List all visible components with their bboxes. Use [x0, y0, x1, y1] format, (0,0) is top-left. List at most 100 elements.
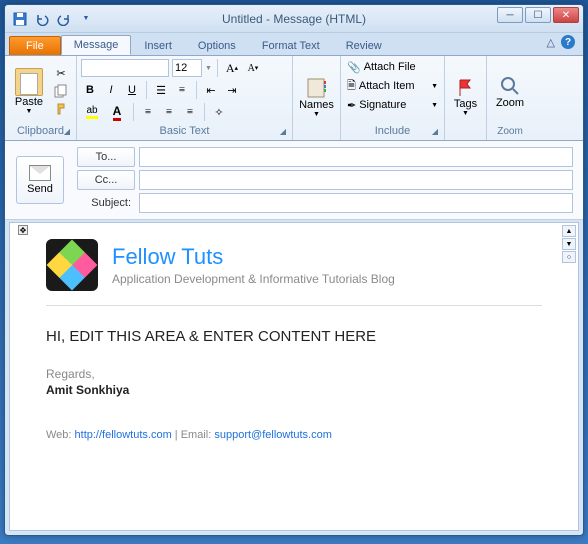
brand-name: Fellow Tuts: [112, 244, 395, 270]
paperclip-icon: 📎: [347, 61, 361, 74]
signature-button[interactable]: ✒ Signature ▼: [345, 96, 440, 114]
names-group-label: [297, 136, 336, 138]
numbering-icon[interactable]: ≡: [173, 81, 191, 99]
shrink-font-icon[interactable]: A▾: [244, 59, 262, 77]
web-link[interactable]: http://fellowtuts.com: [75, 429, 172, 441]
align-center-icon[interactable]: ≡: [160, 103, 178, 121]
signature-icon: ✒: [347, 99, 356, 112]
to-input[interactable]: [139, 147, 573, 167]
cc-button[interactable]: Cc...: [77, 170, 135, 190]
group-basic-text: ▼ A▴ A▾ B I U ☰ ≡ ⇤ ⇥ ab: [77, 56, 293, 140]
tags-group-label: [449, 136, 482, 138]
basic-text-launcher-icon[interactable]: ◢: [280, 127, 286, 136]
qat-dropdown-icon[interactable]: ▼: [77, 10, 95, 28]
ribbon: Paste ▼ ✂ Clipboard◢ ▼ A▴ A▾: [5, 55, 583, 141]
attach-item-dropdown-icon: ▼: [431, 83, 438, 90]
tab-insert[interactable]: Insert: [131, 36, 185, 55]
tab-file[interactable]: File: [9, 36, 61, 55]
content-placeholder: HI, EDIT THIS AREA & ENTER CONTENT HERE: [46, 328, 542, 345]
include-group-label: Include: [375, 125, 410, 137]
signature-label: Signature: [359, 99, 406, 111]
magnifier-icon: [499, 75, 521, 97]
tab-review[interactable]: Review: [333, 36, 395, 55]
footer-line: Web: http://fellowtuts.com | Email: supp…: [46, 427, 542, 441]
group-tags: Tags ▼: [445, 56, 487, 140]
group-clipboard: Paste ▼ ✂ Clipboard◢: [5, 56, 77, 140]
attach-item-button[interactable]: 🗎 Attach Item ▼: [345, 77, 440, 95]
font-size-dropdown-icon[interactable]: ▼: [205, 65, 212, 72]
names-button[interactable]: Names ▼: [297, 65, 336, 129]
envelope-icon: [29, 165, 51, 181]
minimize-ribbon-icon[interactable]: △: [547, 36, 555, 49]
names-label: Names: [299, 99, 334, 111]
attach-item-label: Attach Item: [359, 80, 415, 92]
bold-button[interactable]: B: [81, 81, 99, 99]
underline-button[interactable]: U: [123, 81, 141, 99]
web-label: Web:: [46, 429, 75, 441]
attach-file-button[interactable]: 📎 Attach File: [345, 58, 440, 76]
tab-message[interactable]: Message: [61, 35, 132, 55]
clipboard-launcher-icon[interactable]: ◢: [64, 127, 70, 136]
decrease-indent-icon[interactable]: ⇤: [202, 81, 220, 99]
font-color-button[interactable]: A: [106, 103, 128, 121]
italic-button[interactable]: I: [102, 81, 120, 99]
increase-indent-icon[interactable]: ⇥: [223, 81, 241, 99]
zoom-label: Zoom: [496, 97, 524, 109]
font-size-select[interactable]: [172, 59, 202, 77]
subject-label: Subject:: [77, 193, 135, 213]
minimize-button[interactable]: ─: [497, 7, 523, 23]
email-content: Fellow Tuts Application Development & In…: [10, 223, 578, 457]
undo-icon[interactable]: [33, 10, 51, 28]
align-right-icon[interactable]: ≡: [181, 103, 199, 121]
copy-icon[interactable]: [53, 83, 69, 99]
format-painter-icon[interactable]: [53, 101, 69, 117]
tags-label: Tags: [454, 98, 477, 110]
tags-dropdown-icon: ▼: [462, 110, 469, 117]
table-move-handle-icon[interactable]: ✥: [18, 225, 28, 235]
zoom-button[interactable]: Zoom: [491, 60, 529, 124]
ribbon-tabs: File Message Insert Options Format Text …: [5, 33, 583, 55]
scroll-up-icon[interactable]: ▲: [562, 225, 576, 237]
to-button[interactable]: To...: [77, 147, 135, 167]
header-fields: Send To... Cc... Subject:: [5, 141, 583, 220]
tags-button[interactable]: Tags ▼: [449, 65, 482, 129]
group-names: Names ▼: [293, 56, 341, 140]
bullets-icon[interactable]: ☰: [152, 81, 170, 99]
window-title: Untitled - Message (HTML): [222, 12, 366, 26]
zoom-group-label: Zoom: [491, 125, 529, 138]
clear-format-icon[interactable]: ✧: [210, 103, 228, 121]
cc-input[interactable]: [139, 170, 573, 190]
signature-name: Amit Sonkhiya: [46, 383, 542, 397]
clipboard-icon: [15, 68, 43, 96]
help-icon[interactable]: ?: [561, 35, 575, 49]
window-buttons: ─ ☐ ✕: [497, 7, 579, 23]
include-launcher-icon[interactable]: ◢: [432, 127, 438, 136]
tab-options[interactable]: Options: [185, 36, 249, 55]
message-body[interactable]: ✥ ▲ ▼ ○ Fellow Tuts Application Developm…: [9, 222, 579, 531]
font-family-select[interactable]: [81, 59, 169, 77]
basic-text-group-label: Basic Text: [160, 125, 210, 137]
send-button[interactable]: Send: [16, 156, 64, 204]
send-label: Send: [27, 183, 53, 195]
brand-tagline: Application Development & Informative Tu…: [112, 272, 395, 286]
cut-icon[interactable]: ✂: [53, 65, 69, 81]
tab-format-text[interactable]: Format Text: [249, 36, 333, 55]
grow-font-icon[interactable]: A▴: [223, 59, 241, 77]
highlight-color-button[interactable]: ab: [81, 103, 103, 121]
save-icon[interactable]: [11, 10, 29, 28]
maximize-button[interactable]: ☐: [525, 7, 551, 23]
browse-object-icon[interactable]: ○: [562, 251, 576, 263]
close-button[interactable]: ✕: [553, 7, 579, 23]
redo-icon[interactable]: [55, 10, 73, 28]
paste-button[interactable]: Paste ▼: [9, 59, 49, 123]
clipboard-group-label: Clipboard: [17, 125, 64, 137]
flag-icon: [456, 78, 476, 98]
email-link[interactable]: support@fellowtuts.com: [214, 429, 332, 441]
address-book-icon: [306, 77, 328, 99]
attach-file-label: Attach File: [364, 61, 416, 73]
divider: [46, 305, 542, 306]
scroll-down-icon[interactable]: ▼: [562, 238, 576, 250]
subject-input[interactable]: [139, 193, 573, 213]
align-left-icon[interactable]: ≡: [139, 103, 157, 121]
brand-logo: [46, 239, 98, 291]
